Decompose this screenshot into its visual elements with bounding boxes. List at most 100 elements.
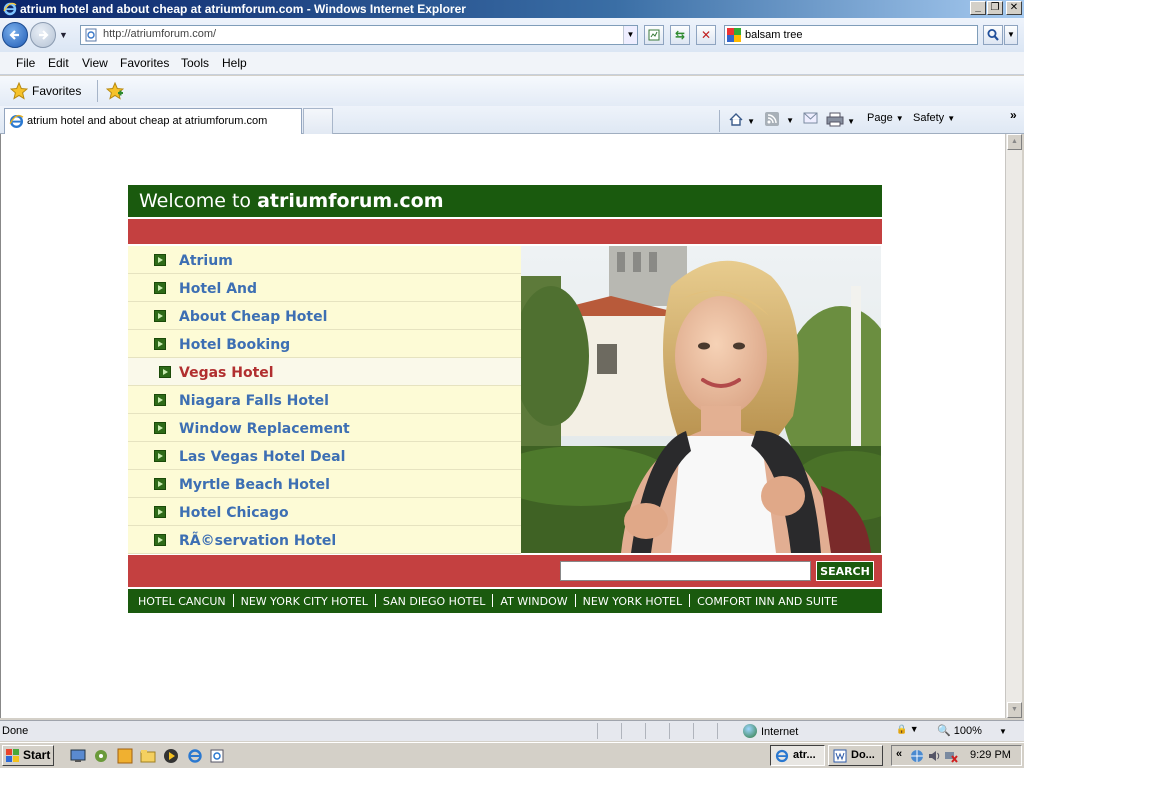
magnifier-icon bbox=[987, 29, 999, 41]
nav-item[interactable]: Vegas Hotel bbox=[128, 358, 521, 386]
nav-link[interactable]: Niagara Falls Hotel bbox=[179, 393, 329, 409]
nav-link[interactable]: Vegas Hotel bbox=[179, 365, 274, 381]
arrow-bullet-icon bbox=[154, 282, 166, 294]
scroll-up-arrow-icon[interactable]: ▲ bbox=[1007, 134, 1022, 150]
arrow-bullet-icon bbox=[154, 478, 166, 490]
network-disconnected-icon[interactable] bbox=[944, 749, 958, 763]
favorites-bar: Favorites bbox=[0, 76, 1024, 106]
site-search-bar: SEARCH bbox=[128, 555, 882, 587]
recent-pages-dropdown[interactable]: ▼ bbox=[59, 30, 68, 40]
nav-item[interactable]: RÃ©servation Hotel bbox=[128, 526, 521, 554]
nav-link[interactable]: Atrium bbox=[179, 253, 233, 269]
menu-favorites[interactable]: Favorites bbox=[120, 56, 169, 70]
new-tab-button[interactable] bbox=[303, 108, 333, 134]
print-button[interactable]: ▼ bbox=[826, 112, 855, 127]
more-commands-chevron-icon[interactable]: » bbox=[1010, 108, 1017, 122]
menu-view[interactable]: View bbox=[82, 56, 108, 70]
footer-link[interactable]: NEW YORK HOTEL bbox=[583, 595, 682, 608]
stop-button[interactable]: ✕ bbox=[696, 25, 716, 45]
network-icon[interactable] bbox=[93, 748, 109, 764]
nav-item[interactable]: Hotel Chicago bbox=[128, 498, 521, 526]
network-tray-icon[interactable] bbox=[910, 749, 924, 763]
nav-item[interactable]: About Cheap Hotel bbox=[128, 302, 521, 330]
show-desktop-icon[interactable] bbox=[209, 748, 225, 764]
compatibility-view-button[interactable] bbox=[644, 25, 664, 45]
speaker-icon[interactable] bbox=[927, 749, 941, 763]
taskbar-ie-window[interactable]: atr... bbox=[770, 745, 825, 766]
nav-link[interactable]: RÃ©servation Hotel bbox=[179, 533, 336, 549]
category-nav: Atrium Hotel And About Cheap Hotel Hotel Bo… bbox=[128, 246, 521, 554]
nav-link[interactable]: Hotel And bbox=[179, 281, 257, 297]
nav-item[interactable]: Myrtle Beach Hotel bbox=[128, 470, 521, 498]
nav-item[interactable]: Atrium bbox=[128, 246, 521, 274]
folder-icon[interactable] bbox=[140, 748, 156, 764]
home-button[interactable]: ▼ bbox=[728, 112, 755, 127]
task-label: atr... bbox=[793, 749, 816, 761]
address-field[interactable]: http://atriumforum.com/ ▼ bbox=[80, 25, 638, 45]
start-button[interactable]: Start bbox=[2, 745, 54, 766]
favorites-separator bbox=[97, 80, 98, 102]
menu-help[interactable]: Help bbox=[222, 56, 247, 70]
scroll-down-arrow-icon[interactable]: ▼ bbox=[1007, 702, 1022, 718]
site-container: Welcome to atriumforum.com Atrium Hotel A… bbox=[128, 185, 882, 613]
footer-link[interactable]: NEW YORK CITY HOTEL bbox=[241, 595, 368, 608]
address-dropdown[interactable]: ▼ bbox=[623, 26, 637, 44]
arrow-bullet-icon bbox=[154, 254, 166, 266]
browser-search-box[interactable] bbox=[724, 25, 978, 45]
page-menu[interactable]: Page ▼ bbox=[867, 112, 904, 124]
add-favorite-icon[interactable] bbox=[106, 82, 124, 100]
nav-link[interactable]: Hotel Booking bbox=[179, 337, 290, 353]
nav-link[interactable]: Myrtle Beach Hotel bbox=[179, 477, 330, 493]
zoom-control[interactable]: 🔍 100% ▼ bbox=[937, 724, 1007, 737]
menu-file[interactable]: File bbox=[16, 56, 35, 70]
tab-atriumforum[interactable]: atrium hotel and about cheap at atriumfo… bbox=[4, 108, 302, 134]
footer-link[interactable]: AT WINDOW bbox=[500, 595, 567, 608]
restore-button[interactable]: ❐ bbox=[987, 1, 1003, 15]
close-button[interactable]: ✕ bbox=[1006, 1, 1022, 15]
nav-item[interactable]: Las Vegas Hotel Deal bbox=[128, 442, 521, 470]
ie-logo-icon bbox=[3, 2, 17, 16]
nav-item[interactable]: Window Replacement bbox=[128, 414, 521, 442]
feeds-button[interactable]: ▼ bbox=[765, 112, 794, 126]
browser-search-input[interactable] bbox=[745, 27, 973, 43]
menu-edit[interactable]: Edit bbox=[48, 56, 69, 70]
nav-link[interactable]: Window Replacement bbox=[179, 421, 350, 437]
link-separator bbox=[374, 594, 376, 607]
site-search-input[interactable] bbox=[560, 561, 811, 581]
app-icon[interactable] bbox=[117, 748, 133, 764]
status-bar: Done Internet 🔒 ▼ 🔍 100% ▼ bbox=[0, 720, 1024, 741]
ie-quicklaunch-icon[interactable] bbox=[187, 748, 203, 764]
footer-link[interactable]: SAN DIEGO HOTEL bbox=[383, 595, 486, 608]
search-options-dropdown[interactable]: ▼ bbox=[1004, 25, 1018, 45]
forward-button[interactable] bbox=[30, 22, 56, 48]
nav-item[interactable]: Hotel And bbox=[128, 274, 521, 302]
nav-link[interactable]: About Cheap Hotel bbox=[179, 309, 327, 325]
nav-link[interactable]: Las Vegas Hotel Deal bbox=[179, 449, 345, 465]
nav-link[interactable]: Hotel Chicago bbox=[179, 505, 289, 521]
site-search-button[interactable]: SEARCH bbox=[816, 561, 874, 581]
google-icon bbox=[727, 28, 741, 42]
protected-mode-icon[interactable]: 🔒 ▼ bbox=[896, 724, 919, 735]
page-icon bbox=[85, 28, 97, 42]
vertical-scrollbar[interactable]: ▲ ▼ bbox=[1005, 134, 1022, 718]
back-button[interactable] bbox=[2, 22, 28, 48]
refresh-button[interactable]: ⇆ bbox=[670, 25, 690, 45]
safety-menu[interactable]: Safety ▼ bbox=[913, 112, 955, 124]
site-header: Welcome to atriumforum.com bbox=[128, 185, 882, 217]
smiling-woman-photo bbox=[521, 246, 881, 553]
nav-item[interactable]: Hotel Booking bbox=[128, 330, 521, 358]
back-arrow-icon bbox=[9, 30, 19, 40]
security-zone[interactable]: Internet bbox=[743, 724, 798, 738]
media-player-icon[interactable] bbox=[163, 748, 179, 764]
read-mail-button[interactable] bbox=[803, 112, 818, 125]
footer-link[interactable]: COMFORT INN AND SUITE bbox=[697, 595, 838, 608]
minimize-button[interactable]: _ bbox=[970, 1, 986, 15]
nav-item[interactable]: Niagara Falls Hotel bbox=[128, 386, 521, 414]
tray-expand-chevron-icon[interactable]: « bbox=[896, 748, 902, 760]
refresh-icon: ⇆ bbox=[674, 28, 686, 42]
desktop-icon[interactable] bbox=[70, 748, 86, 764]
taskbar-document-window[interactable]: Do... bbox=[828, 745, 883, 766]
search-go-button[interactable] bbox=[983, 25, 1003, 45]
footer-link[interactable]: HOTEL CANCUN bbox=[138, 595, 226, 608]
menu-tools[interactable]: Tools bbox=[181, 56, 209, 70]
